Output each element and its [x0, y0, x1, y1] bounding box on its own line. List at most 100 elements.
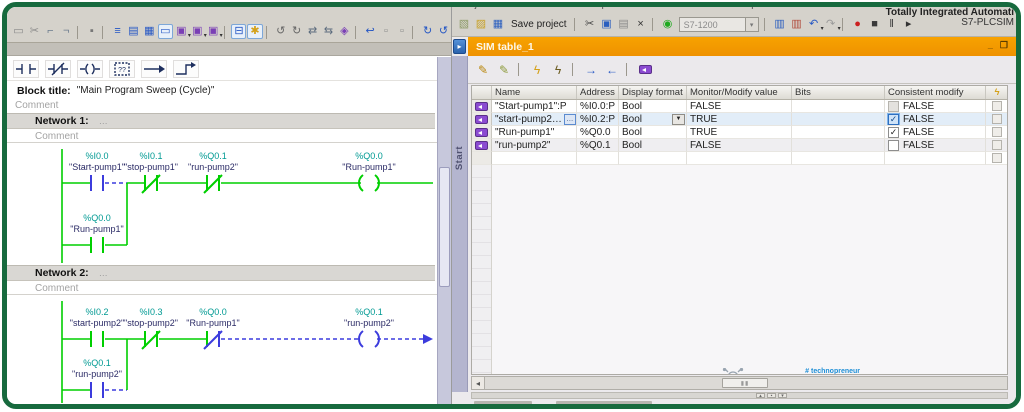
- monitor-value-cell[interactable]: FALSE: [687, 100, 792, 113]
- splitter-down-icon[interactable]: ▾: [778, 393, 787, 399]
- address-cell[interactable]: %I0.2:P: [577, 113, 619, 126]
- address-cell[interactable]: %I0.0:P: [577, 100, 619, 113]
- column-header-bits[interactable]: Bits: [792, 86, 885, 99]
- bits-cell[interactable]: [792, 139, 885, 152]
- open-project-icon[interactable]: ▨: [473, 17, 489, 32]
- modify-all-selected-icon[interactable]: ϟ: [549, 61, 567, 78]
- float-window-icon[interactable]: ❐: [1000, 40, 1008, 51]
- call-environment-icon[interactable]: ↺: [273, 24, 288, 39]
- open-branch-favorite-icon[interactable]: [141, 59, 167, 78]
- splitter-mid-icon[interactable]: ▪: [767, 393, 776, 399]
- horizontal-scrollbar[interactable]: ◂ ▮▮: [471, 376, 1008, 390]
- menu-tools[interactable]: Tools: [645, 7, 667, 10]
- splitter-bar[interactable]: ▴ ▪ ▾: [471, 392, 1008, 399]
- coil-favorite-icon[interactable]: [77, 59, 103, 78]
- favorites-icon[interactable]: ◈: [337, 24, 352, 39]
- table-row[interactable]: "Start-pump1":P %I0.0:P Bool FALSE FALSE: [472, 100, 1007, 113]
- column-header--[interactable]: ϟ: [986, 86, 1007, 99]
- start-side-tab[interactable]: Start: [452, 56, 468, 392]
- format-cell[interactable]: Bool ▼: [619, 113, 687, 126]
- paste-icon[interactable]: ▤: [616, 17, 632, 32]
- branch-contact-run-pump2[interactable]: %Q0.1 "run-pump2": [62, 339, 128, 398]
- close-branch-icon[interactable]: ▣ ▾: [190, 24, 207, 40]
- no-contact-favorite-icon[interactable]: [13, 59, 39, 78]
- monitor-value-cell[interactable]: TRUE: [687, 126, 792, 139]
- name-cell[interactable]: "run-pump2": [492, 139, 577, 152]
- consistent-modify-cell[interactable]: FALSE: [885, 139, 986, 152]
- table-row[interactable]: [472, 152, 1007, 165]
- table-row[interactable]: "Run-pump1" %Q0.0 Bool TRUE ✓ FALSE: [472, 126, 1007, 139]
- column-header-monitor-modify-value[interactable]: Monitor/Modify value: [687, 86, 792, 99]
- sync-icon[interactable]: ↺: [436, 24, 451, 39]
- modify-checkbox[interactable]: ✓: [887, 113, 900, 125]
- row-action-cell[interactable]: [986, 113, 1007, 126]
- goto-next-icon[interactable]: ⇆: [321, 24, 336, 39]
- address-cell[interactable]: %Q0.0: [577, 126, 619, 139]
- delete-network-icon[interactable]: ✂: [27, 24, 42, 39]
- free-form-comment-icon[interactable]: ▫: [379, 24, 394, 39]
- stop-icon[interactable]: ■: [867, 17, 883, 32]
- network-2-header[interactable]: Network 2:…: [7, 265, 435, 281]
- expand-panel-button[interactable]: ▸: [453, 39, 466, 54]
- modify-checkbox[interactable]: [888, 139, 899, 151]
- bits-cell[interactable]: [792, 152, 885, 165]
- format-cell[interactable]: [619, 152, 687, 165]
- network-comments-icon[interactable]: ▭: [157, 24, 173, 39]
- column-header-name[interactable]: Name: [492, 86, 577, 99]
- block-comment[interactable]: Comment: [7, 99, 437, 112]
- compile-icon[interactable]: ▪: [84, 24, 99, 39]
- operand-info-icon[interactable]: ▦: [142, 24, 157, 39]
- contact-run-pump2-nc[interactable]: %Q0.1 "run-pump2": [159, 151, 238, 194]
- column-header-display-format[interactable]: Display format: [619, 86, 687, 99]
- refresh-icon[interactable]: ↻: [420, 24, 435, 39]
- row-action-cell[interactable]: [986, 152, 1007, 165]
- coil-run-pump1[interactable]: %Q0.0 "Run-pump1": [221, 151, 433, 192]
- window-split2-icon[interactable]: ▥: [789, 17, 805, 32]
- branch-contact-run-pump1[interactable]: %Q0.0 "Run-pump1": [62, 183, 128, 253]
- format-cell[interactable]: Bool: [619, 139, 687, 152]
- block-title-value[interactable]: "Main Program Sweep (Cycle)": [77, 85, 215, 96]
- consistent-modify-cell[interactable]: ✓ FALSE: [885, 113, 986, 126]
- monitor-value-cell[interactable]: [687, 152, 792, 165]
- modify-checkbox[interactable]: [888, 100, 899, 112]
- nc-contact-favorite-icon[interactable]: [45, 59, 71, 78]
- write-back-tags-icon[interactable]: ←: [603, 61, 621, 78]
- jump-start-icon[interactable]: ↩: [363, 24, 378, 39]
- column-header-address[interactable]: Address: [577, 86, 619, 99]
- menu-window[interactable]: Window: [685, 7, 719, 10]
- insert-box-icon[interactable]: ▣ ▾: [206, 24, 223, 40]
- row-action-cell[interactable]: [986, 100, 1007, 113]
- row-action-checkbox[interactable]: [992, 153, 1002, 163]
- row-action-checkbox[interactable]: [992, 101, 1002, 111]
- free-form-comment2-icon[interactable]: ▫: [394, 24, 409, 39]
- save-project-button[interactable]: Save project: [507, 19, 571, 30]
- menu-execute[interactable]: Execute: [542, 7, 576, 10]
- delete-icon[interactable]: ×: [633, 17, 649, 32]
- new-project-icon[interactable]: ▧: [456, 17, 472, 32]
- row-action-cell[interactable]: [986, 126, 1007, 139]
- format-cell[interactable]: Bool: [619, 100, 687, 113]
- row-header[interactable]: [472, 113, 492, 126]
- name-cell[interactable]: [492, 152, 577, 165]
- coil-run-pump2[interactable]: %Q0.1 "run-pump2": [344, 307, 433, 348]
- minimize-icon[interactable]: _: [988, 40, 993, 51]
- modify-now-icon[interactable]: ϟ: [528, 61, 546, 78]
- insert-row-icon[interactable]: ✎: [474, 61, 492, 78]
- row-action-checkbox[interactable]: [992, 140, 1002, 150]
- open-branch-icon[interactable]: ▣ ▾: [174, 24, 191, 40]
- column-header-consistent-modify[interactable]: Consistent modify: [885, 86, 986, 99]
- name-cell[interactable]: "Run-pump1": [492, 126, 577, 139]
- lad-vertical-scrollbar[interactable]: [437, 57, 451, 404]
- empty-box-favorite-icon[interactable]: ??: [109, 59, 135, 78]
- name-cell[interactable]: "start-pump2……: [492, 113, 577, 126]
- row-action-checkbox[interactable]: [992, 114, 1002, 124]
- load-project-tags-icon[interactable]: →: [582, 61, 600, 78]
- cpu-selector[interactable]: S7-1200 ▾: [678, 17, 759, 32]
- consistent-modify-cell[interactable]: [885, 152, 986, 165]
- goto-previous-icon[interactable]: ⇄: [305, 24, 320, 39]
- menu-help[interactable]: Help: [737, 7, 757, 10]
- cpu-selector-dropdown-icon[interactable]: ▾: [744, 17, 759, 32]
- row-header[interactable]: [472, 152, 492, 165]
- expand-boxes-icon[interactable]: ⊟: [231, 24, 247, 39]
- monitor-value-cell[interactable]: FALSE: [687, 139, 792, 152]
